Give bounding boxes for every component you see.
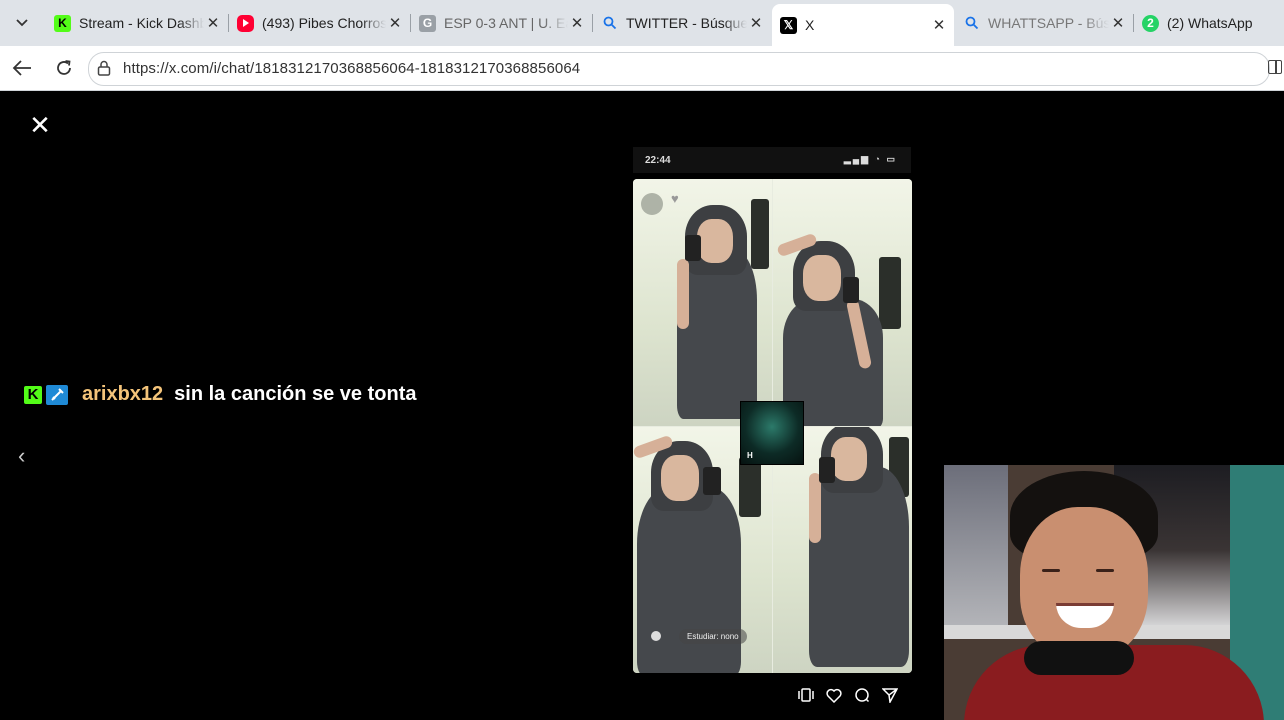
tab-title: WHATTSAPP - Búsqueda xyxy=(988,15,1109,31)
chevron-left-icon[interactable]: ‹ xyxy=(18,443,25,469)
chat-username: arixbx12 xyxy=(82,383,164,405)
tab-bar: K Stream - Kick Dashboard ✕ (493) Pibes … xyxy=(0,0,1284,46)
chevron-down-icon xyxy=(16,19,28,27)
sticker-label: H xyxy=(747,451,753,460)
close-tab-icon[interactable]: ✕ xyxy=(747,14,765,32)
tab-kick-dashboard[interactable]: K Stream - Kick Dashboard ✕ xyxy=(46,4,228,42)
close-tab-icon[interactable]: ✕ xyxy=(204,14,222,32)
youtube-icon xyxy=(237,14,254,32)
music-sticker: H xyxy=(740,401,804,465)
generic-site-icon: G xyxy=(419,14,436,32)
chat-message-text: sin la canción se ve tonta xyxy=(174,383,417,405)
url-text[interactable]: https://x.com/i/chat/1818312170368856064… xyxy=(123,60,580,77)
close-tab-icon[interactable]: ✕ xyxy=(568,14,586,32)
kick-badge-icon: K xyxy=(24,385,42,404)
search-icon xyxy=(601,15,618,32)
tab-whatsapp-search[interactable]: WHATTSAPP - Búsqueda ✕ xyxy=(955,4,1133,42)
tab-title: Stream - Kick Dashboard xyxy=(79,15,204,31)
tab-twitter-search[interactable]: TWITTER - Búsqueda ✕ xyxy=(593,4,771,42)
collage-photo xyxy=(773,179,912,426)
comment-icon[interactable] xyxy=(853,686,871,704)
search-icon xyxy=(963,15,980,32)
tab-youtube[interactable]: (493) Pibes Chorros ✕ xyxy=(229,4,410,42)
tab-title: X xyxy=(805,17,815,33)
close-icon[interactable]: ✕ xyxy=(28,112,52,138)
back-button[interactable] xyxy=(8,54,36,82)
headphones xyxy=(1024,641,1134,675)
tab-title: TWITTER - Búsqueda xyxy=(626,15,747,31)
tab-title: (2) WhatsApp xyxy=(1167,15,1253,31)
story-screenshot: ♥ H Estudiar: nono xyxy=(633,179,912,673)
story-avatar xyxy=(641,193,663,215)
post-actions xyxy=(797,686,899,704)
tab-title: (493) Pibes Chorros xyxy=(262,15,386,31)
story-pill-label: Estudiar: nono xyxy=(679,629,747,644)
close-tab-icon[interactable]: ✕ xyxy=(1109,14,1127,32)
chat-overlay-message: K arixbx12 sin la canción se ve tonta xyxy=(24,383,416,406)
kick-icon: K xyxy=(54,14,71,32)
split-view-icon[interactable] xyxy=(1268,60,1282,74)
tab-search-menu-button[interactable] xyxy=(6,8,38,38)
reload-button[interactable] xyxy=(50,54,78,82)
tab-title: ESP 0-3 ANT | U. Ea xyxy=(444,15,568,31)
heart-icon: ♥ xyxy=(671,191,679,206)
whatsapp-icon: 2 xyxy=(1142,14,1159,32)
webcam-overlay xyxy=(944,465,1284,720)
address-bar[interactable]: https://x.com/i/chat/1818312170368856064… xyxy=(88,52,1270,86)
tab-esp-ant[interactable]: G ESP 0-3 ANT | U. Ea ✕ xyxy=(411,4,592,42)
media-gallery-icon[interactable] xyxy=(797,686,815,704)
reload-icon xyxy=(57,60,71,75)
phone-status-icons: ▂▄▆ ◔ ▭ xyxy=(843,154,897,164)
tab-whatsapp[interactable]: 2 (2) WhatsApp xyxy=(1134,4,1284,42)
close-tab-icon[interactable]: ✕ xyxy=(930,16,948,34)
moderator-sword-icon xyxy=(46,384,68,405)
story-reply-dot xyxy=(651,631,661,641)
navigation-bar: https://x.com/i/chat/1818312170368856064… xyxy=(0,46,1284,91)
media-viewer: ✕ ‹ K arixbx12 sin la canción se ve tont… xyxy=(4,91,1284,720)
close-tab-icon[interactable]: ✕ xyxy=(386,14,404,32)
send-icon[interactable] xyxy=(881,686,899,704)
phone-time: 22:44 xyxy=(645,155,671,166)
phone-status-bar: 22:44 ▂▄▆ ◔ ▭ xyxy=(633,147,911,173)
x-logo-icon: 𝕏 xyxy=(780,16,797,34)
arrow-left-icon xyxy=(12,60,31,76)
lock-icon[interactable] xyxy=(97,60,111,76)
tab-x-active[interactable]: 𝕏 X ✕ xyxy=(772,4,954,46)
heart-icon[interactable] xyxy=(825,686,843,704)
collage-photo xyxy=(633,179,772,426)
